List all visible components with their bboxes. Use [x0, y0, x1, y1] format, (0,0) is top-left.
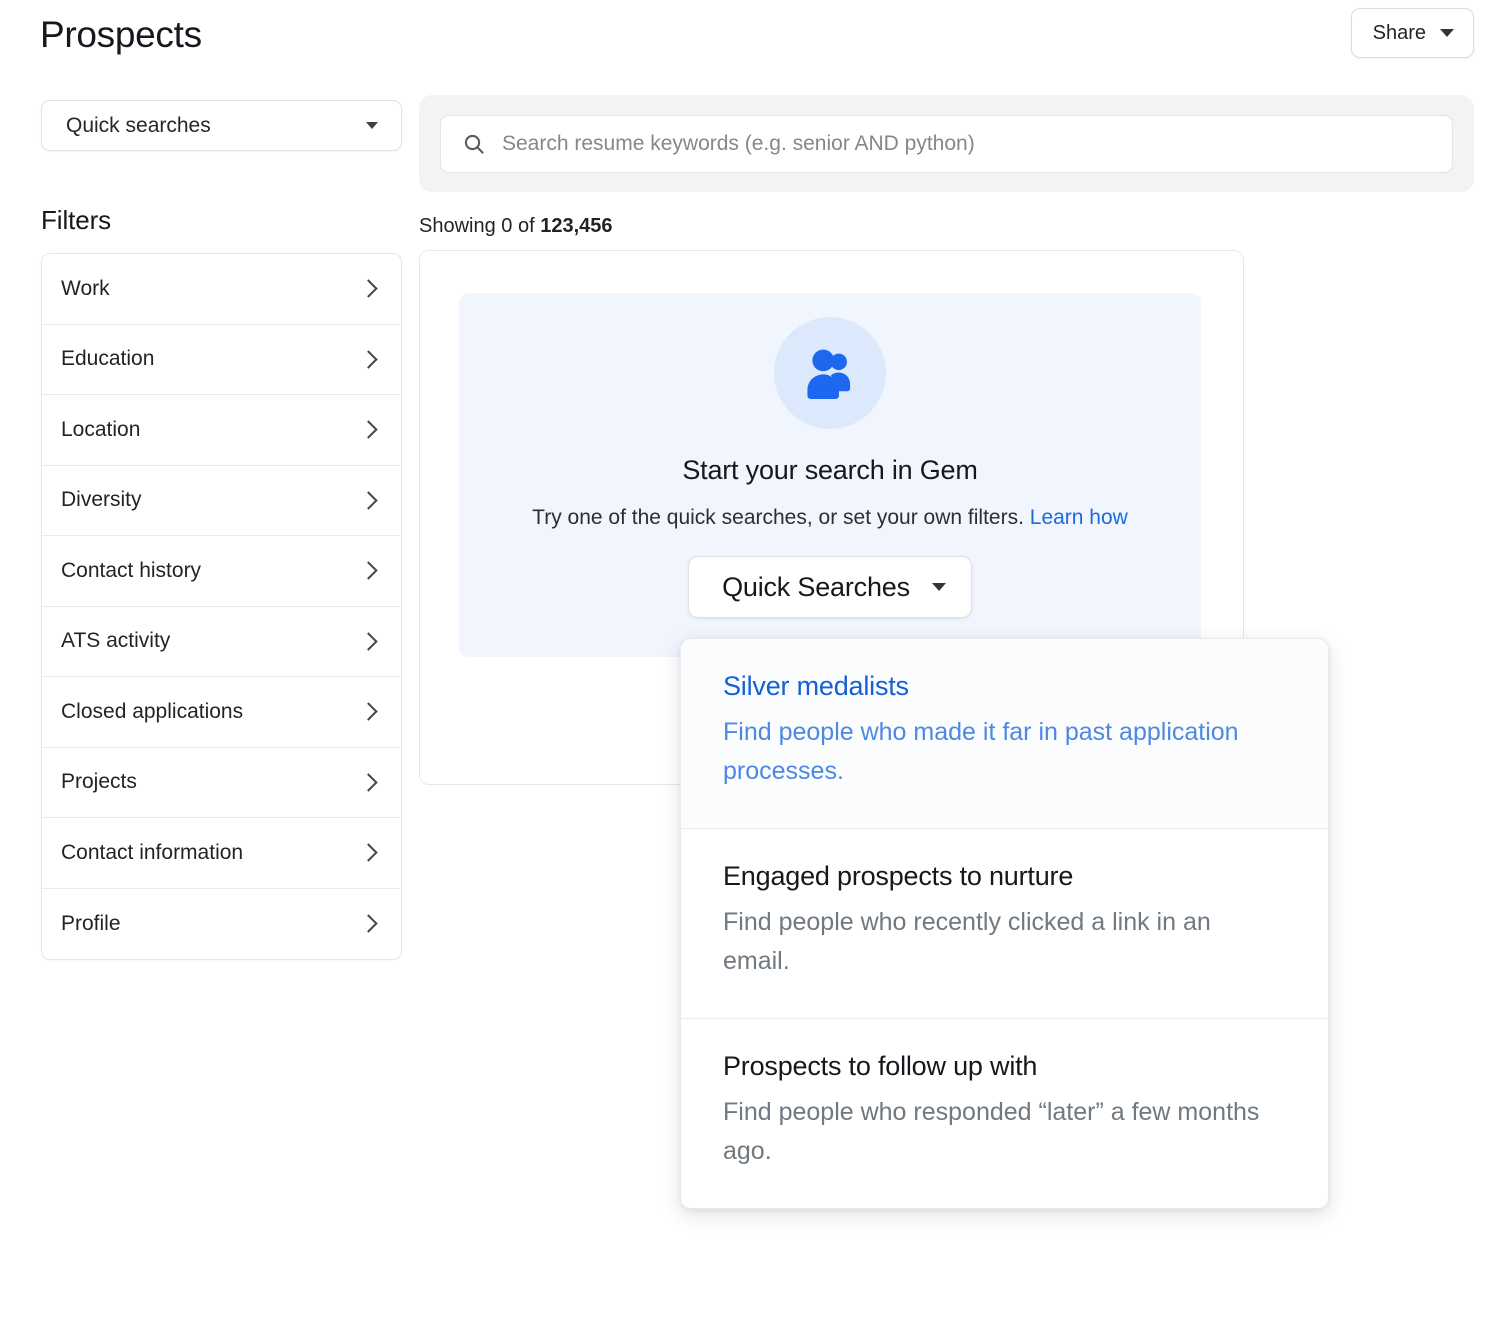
share-button-label: Share — [1373, 22, 1426, 45]
filter-list: Work Education Location Diversity Contac… — [41, 253, 402, 960]
chevron-right-icon — [359, 632, 377, 650]
sidebar: Quick searches Filters Work Education Lo… — [41, 100, 402, 960]
filters-heading: Filters — [41, 205, 402, 236]
chevron-right-icon — [359, 491, 377, 509]
filter-item-label: Work — [61, 277, 110, 301]
sidebar-item-education[interactable]: Education — [42, 325, 401, 396]
results-count: Showing 0 of 123,456 — [419, 215, 1474, 238]
filter-item-label: Projects — [61, 770, 137, 794]
chevron-right-icon — [359, 562, 377, 580]
chevron-down-icon — [1440, 29, 1454, 37]
quick-searches-select-label: Quick searches — [66, 114, 211, 138]
sidebar-item-work[interactable]: Work — [42, 254, 401, 325]
quick-searches-button-label: Quick Searches — [722, 572, 910, 603]
sidebar-item-ats-activity[interactable]: ATS activity — [42, 607, 401, 678]
main-content: Search resume keywords (e.g. senior AND … — [419, 95, 1474, 238]
menu-item-title: Silver medalists — [723, 671, 1286, 703]
menu-item-description: Find people who responded “later” a few … — [723, 1093, 1268, 1172]
chevron-right-icon — [359, 280, 377, 298]
filter-item-label: Closed applications — [61, 700, 243, 724]
filter-item-label: ATS activity — [61, 629, 170, 653]
search-icon — [462, 132, 486, 156]
chevron-right-icon — [359, 350, 377, 368]
sidebar-item-diversity[interactable]: Diversity — [42, 466, 401, 537]
search-input-placeholder: Search resume keywords (e.g. senior AND … — [502, 132, 975, 156]
filter-item-label: Contact history — [61, 559, 201, 583]
quick-searches-select[interactable]: Quick searches — [41, 100, 402, 151]
empty-state-subtitle-text: Try one of the quick searches, or set yo… — [532, 506, 1030, 529]
search-bar-container: Search resume keywords (e.g. senior AND … — [419, 95, 1474, 192]
results-total-count: 123,456 — [540, 215, 612, 237]
sidebar-item-profile[interactable]: Profile — [42, 889, 401, 960]
chevron-right-icon — [359, 703, 377, 721]
prospects-page: Prospects Share Quick searches Filters W… — [0, 0, 1501, 1321]
chevron-right-icon — [359, 844, 377, 862]
menu-item-title: Prospects to follow up with — [723, 1051, 1286, 1083]
chevron-right-icon — [359, 421, 377, 439]
menu-item-description: Find people who recently clicked a link … — [723, 903, 1268, 982]
filter-item-label: Diversity — [61, 488, 142, 512]
sidebar-item-location[interactable]: Location — [42, 395, 401, 466]
menu-item-engaged-prospects-to-nurture[interactable]: Engaged prospects to nurture Find people… — [681, 829, 1328, 1019]
sidebar-item-contact-information[interactable]: Contact information — [42, 818, 401, 889]
quick-searches-dropdown-menu: Silver medalists Find people who made it… — [680, 638, 1329, 1209]
sidebar-item-closed-applications[interactable]: Closed applications — [42, 677, 401, 748]
filter-item-label: Location — [61, 418, 140, 442]
chevron-right-icon — [359, 773, 377, 791]
results-count-prefix: Showing 0 of — [419, 215, 540, 237]
menu-item-prospects-to-follow-up-with[interactable]: Prospects to follow up with Find people … — [681, 1019, 1328, 1208]
filter-item-label: Education — [61, 347, 154, 371]
search-input[interactable]: Search resume keywords (e.g. senior AND … — [440, 115, 1453, 173]
menu-item-description: Find people who made it far in past appl… — [723, 713, 1268, 792]
empty-state-subtitle: Try one of the quick searches, or set yo… — [532, 506, 1128, 530]
chevron-down-icon — [366, 122, 378, 129]
sidebar-item-contact-history[interactable]: Contact history — [42, 536, 401, 607]
filter-item-label: Profile — [61, 912, 121, 936]
page-title: Prospects — [40, 14, 202, 56]
quick-searches-button[interactable]: Quick Searches — [688, 556, 972, 618]
people-icon — [799, 342, 861, 404]
share-button[interactable]: Share — [1351, 8, 1474, 58]
filter-item-label: Contact information — [61, 841, 243, 865]
people-icon-badge — [774, 317, 886, 429]
empty-state-title: Start your search in Gem — [682, 455, 977, 486]
sidebar-item-projects[interactable]: Projects — [42, 748, 401, 819]
learn-how-link[interactable]: Learn how — [1030, 506, 1128, 529]
chevron-right-icon — [359, 915, 377, 933]
menu-item-silver-medalists[interactable]: Silver medalists Find people who made it… — [681, 639, 1328, 829]
empty-state-panel: Start your search in Gem Try one of the … — [459, 293, 1201, 657]
chevron-down-icon — [932, 583, 946, 591]
menu-item-title: Engaged prospects to nurture — [723, 861, 1286, 893]
